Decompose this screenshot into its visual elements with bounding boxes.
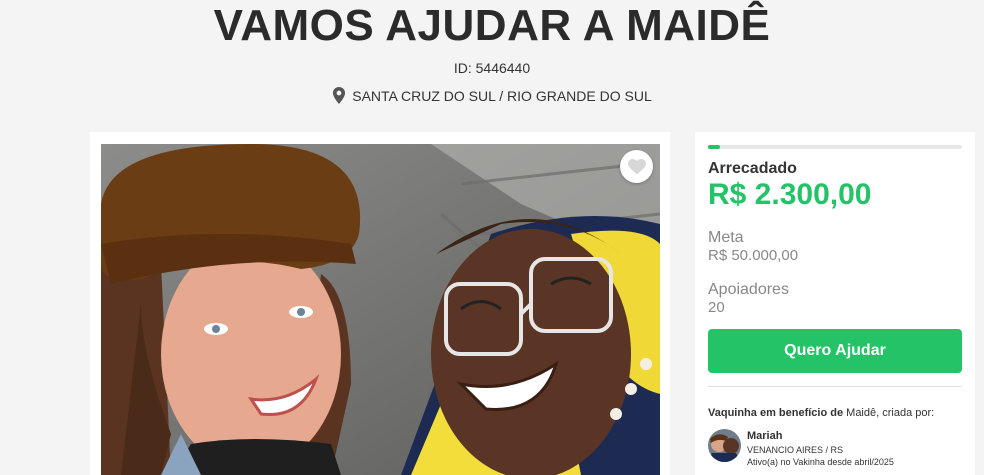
goal-amount: R$ 50.000,00: [708, 247, 799, 264]
location-text: SANTA CRUZ DO SUL / RIO GRANDE DO SUL: [352, 87, 652, 104]
divider: [708, 386, 962, 387]
heart-icon: [627, 158, 646, 174]
creator-info: Mariah VENANCIO AIRES / RS Ativo(a) no V…: [708, 429, 894, 468]
beneficiary-prefix: Vaquinha em benefício de: [708, 407, 844, 419]
raised-amount: R$ 2.300,00: [708, 178, 872, 211]
beneficiary-line: Vaquinha em benefício de Maidê, criada p…: [708, 407, 934, 419]
avatar[interactable]: [708, 429, 741, 462]
raised-label: Arrecadado: [708, 160, 797, 177]
favorite-button[interactable]: [620, 150, 653, 183]
campaign-id: ID: 5446440: [453, 60, 531, 76]
donate-button[interactable]: Quero Ajudar: [708, 329, 962, 373]
creator-name[interactable]: Mariah: [747, 429, 894, 443]
supporters-count: 20: [708, 299, 725, 316]
campaign-location: SANTA CRUZ DO SUL / RIO GRANDE DO SUL: [0, 87, 984, 104]
campaign-photo-card: [90, 132, 670, 475]
beneficiary-suffix: , criada por:: [876, 407, 935, 419]
page-title: VAMOS AJUDAR A MAIDÊ: [213, 1, 771, 50]
supporters-label: Apoiadores: [708, 281, 789, 298]
creator-member-since: Ativo(a) no Vakinha desde abril/2025: [747, 457, 894, 467]
progress-fill: [708, 145, 720, 149]
progress-bar: [708, 145, 962, 149]
map-pin-icon: [333, 87, 346, 104]
creator-location: VENANCIO AIRES / RS: [747, 445, 844, 455]
goal-label: Meta: [708, 229, 744, 246]
donation-panel: Arrecadado R$ 2.300,00 Meta R$ 50.000,00…: [695, 132, 975, 475]
beneficiary-name: Maidê: [846, 407, 877, 419]
campaign-photo[interactable]: [101, 144, 660, 475]
